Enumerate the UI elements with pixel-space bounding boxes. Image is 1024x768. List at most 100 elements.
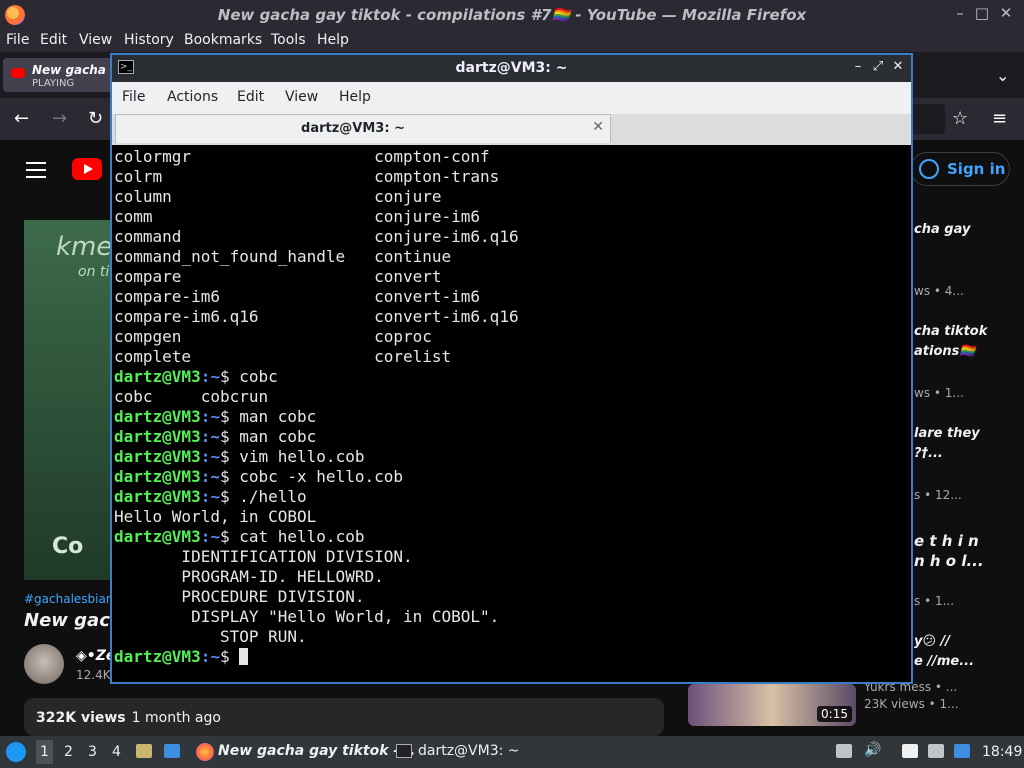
subscriber-count: 12.4K [76,668,111,682]
workspace-1[interactable]: 1 [36,740,53,764]
taskbar-terminal[interactable]: dartz@VM3: ~ [394,740,524,764]
capcut-logo: Co [52,534,84,559]
rec-meta: s • 1... [914,594,955,608]
video-player[interactable]: kme on ti Co [24,220,114,580]
rec-title-line2[interactable]: ations🏳️‍🌈 [914,344,976,359]
terminal-window: >_ dartz@VM3: ~ – ⤢ ✕ File Actions Edit … [110,53,913,684]
terminal-menubar: File Actions Edit View Help [112,82,911,114]
rec-title[interactable]: e t h i n [914,532,979,550]
terminal-tab[interactable]: dartz@VM3: ~ ✕ [115,114,611,143]
menu-help[interactable]: Help [317,32,349,48]
tab-list-chevron-icon[interactable]: ⌄ [996,66,1009,85]
rec-meta: ws • 1... [914,386,964,400]
file-manager-icon[interactable] [136,744,152,758]
tab-close-icon[interactable]: ✕ [592,119,604,135]
back-icon[interactable]: ← [14,108,29,129]
terminal-line: complete corelist [114,347,452,366]
term-menu-file[interactable]: File [122,89,145,105]
account-icon [919,159,939,179]
menu-bookmarks[interactable]: Bookmarks [184,32,262,48]
prompt-user: dartz@VM3 [114,427,201,446]
text-cursor [239,648,249,665]
prompt-user: dartz@VM3 [114,367,201,386]
term-menu-actions[interactable]: Actions [167,89,218,105]
terminal-tab-title: dartz@VM3: ~ [301,121,405,136]
term-menu-edit[interactable]: Edit [237,89,264,105]
prompt-user: dartz@VM3 [114,447,201,466]
terminal-line: compare-im6 convert-im6 [114,287,481,306]
bookmark-star-icon[interactable]: ☆ [952,108,968,129]
video-duration: 0:15 [817,706,852,722]
recommendation-thumbnail[interactable]: 0:15 [688,684,856,726]
clock: 18:49 [982,744,1023,760]
forward-icon[interactable]: → [52,108,67,129]
taskbar-firefox[interactable]: New gacha gay tiktok -... [194,740,415,764]
rec-title[interactable]: lare they [914,426,980,441]
terminal-line: dartz@VM3:~$ cat hello.cob [114,527,911,547]
menu-edit[interactable]: Edit [40,32,67,48]
terminal-line: dartz@VM3:~$ cobc -x hello.cob [114,467,911,487]
rec-title[interactable]: cha tiktok [914,324,987,339]
terminal-line: compare convert [114,267,442,286]
terminal-titlebar[interactable]: >_ dartz@VM3: ~ – ⤢ ✕ [112,55,911,82]
youtube-favicon-icon [11,68,25,78]
prompt-path: :~ [200,367,220,386]
workspace-3[interactable]: 3 [88,744,97,760]
menu-file[interactable]: File [6,32,29,48]
rec-title-line2[interactable]: ?†... [914,446,943,461]
rec-title-line2[interactable]: n h o l... [914,552,984,570]
menu-history[interactable]: History [124,32,174,48]
network-icon[interactable] [954,744,970,758]
prompt-path: :~ [200,487,220,506]
show-desktop-icon[interactable] [164,744,180,758]
rec-meta: 23K views • 1... [864,697,959,711]
menu-tools[interactable]: Tools [271,32,306,48]
terminal-line: colormgr compton-conf [114,147,490,166]
terminal-line: cobc cobcrun [114,387,269,406]
start-menu-icon[interactable] [6,742,26,762]
terminal-line: command_not_found_handle continue [114,247,452,266]
clipboard-icon[interactable] [836,744,852,758]
command-text: $ cat hello.cob [219,527,365,546]
notes-icon[interactable] [902,744,918,758]
terminal-close-icon[interactable]: ✕ [891,59,905,74]
reload-icon[interactable]: ↻ [88,108,103,129]
terminal-line: PROCEDURE DIVISION. [114,587,365,606]
workspace-2[interactable]: 2 [64,744,73,760]
prompt-user: dartz@VM3 [114,487,201,506]
display-icon[interactable] [928,744,944,758]
terminal-line: colrm compton-trans [114,167,500,186]
sign-in-button[interactable]: Sign in [910,152,1010,186]
term-menu-view[interactable]: View [285,89,318,105]
terminal-tabbar: dartz@VM3: ~ ✕ [112,114,911,145]
prompt-user: dartz@VM3 [114,407,201,426]
rec-title-line2[interactable]: e //me... [914,654,974,669]
video-title: New gach [24,610,123,631]
youtube-logo-icon[interactable] [72,158,102,180]
close-icon[interactable]: ✕ [996,4,1016,22]
terminal-maximize-icon[interactable]: ⤢ [871,59,885,74]
prompt-path: :~ [200,427,220,446]
workspace-4[interactable]: 4 [112,744,121,760]
volume-icon[interactable]: 🔊 [864,742,881,758]
menu-view[interactable]: View [79,32,112,48]
tab-status: PLAYING [32,78,75,89]
minimize-icon[interactable]: – [950,4,970,22]
hamburger-menu-icon[interactable] [26,162,46,183]
rec-title[interactable]: y😕 // [914,634,950,649]
maximize-icon[interactable]: □ [972,4,992,22]
terminal-minimize-icon[interactable]: – [851,59,865,74]
terminal-line: dartz@VM3:~$ man cobc [114,407,911,427]
terminal-output[interactable]: colormgr compton-conf colrm compton-trans… [114,147,911,682]
rec-title[interactable]: cha gay [914,222,970,237]
firefox-menubar: File Edit View History Bookmarks Tools H… [0,30,1024,52]
command-text: $ vim hello.cob [219,447,365,466]
prompt-user: dartz@VM3 [114,467,201,486]
command-text: $ cobc [219,367,278,386]
app-menu-icon[interactable]: ≡ [992,108,1007,129]
video-description-box[interactable]: 322K views 1 month ago [24,698,664,736]
term-menu-help[interactable]: Help [339,89,371,105]
command-text: $ man cobc [219,407,317,426]
terminal-line: dartz@VM3:~$ vim hello.cob [114,447,911,467]
channel-avatar[interactable] [24,644,64,684]
